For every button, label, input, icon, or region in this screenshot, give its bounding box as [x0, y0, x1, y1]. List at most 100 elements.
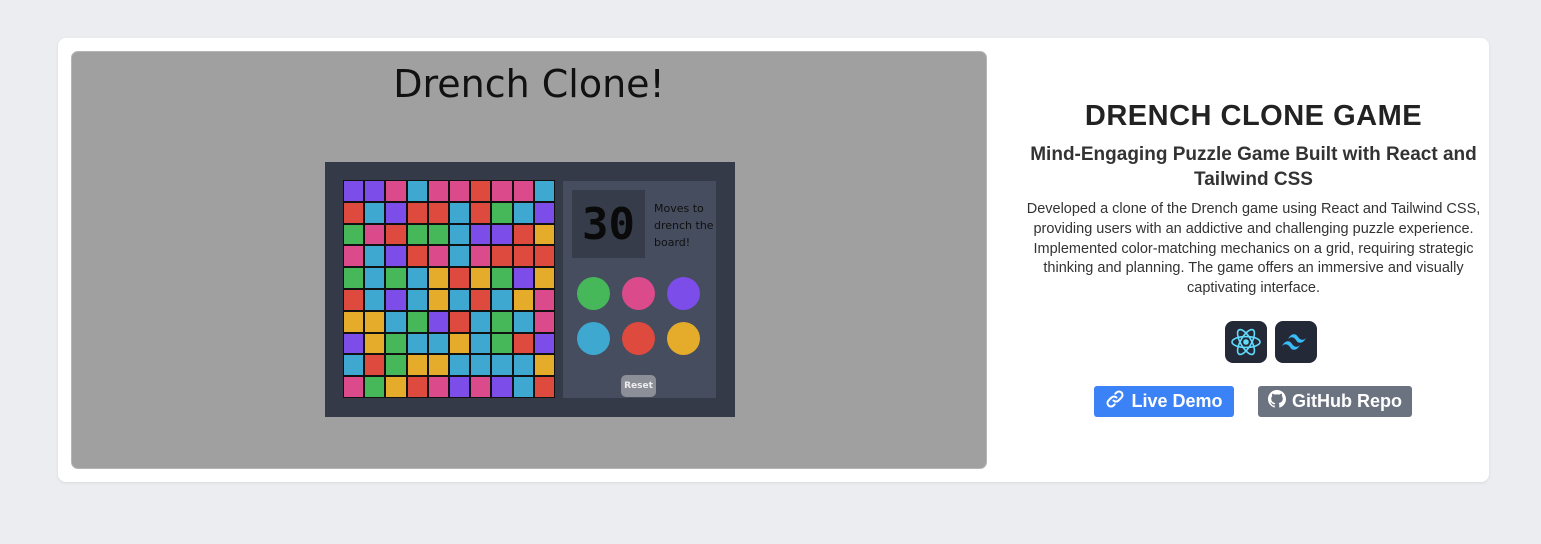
- grid-cell: [386, 268, 406, 288]
- grid-cell: [344, 289, 364, 310]
- grid-cell: [344, 246, 364, 267]
- grid-cell: [534, 246, 554, 267]
- grid-cell: [534, 181, 554, 201]
- color-grid: [343, 180, 555, 398]
- moves-counter: 30: [572, 190, 645, 258]
- grid-cell: [450, 181, 470, 201]
- grid-cell: [344, 333, 364, 354]
- grid-cell: [407, 268, 427, 288]
- grid-cell: [365, 377, 385, 397]
- control-panel: 30 Moves to drench the board! Reset: [563, 181, 716, 398]
- grid-cell: [471, 311, 491, 332]
- project-info: DRENCH CLONE GAME Mind-Engaging Puzzle G…: [1018, 38, 1489, 482]
- grid-cell: [471, 224, 491, 245]
- grid-cell: [513, 289, 533, 310]
- grid-cell: [407, 246, 427, 267]
- game-title: Drench Clone!: [393, 62, 665, 106]
- grid-cell: [365, 246, 385, 267]
- grid-cell: [450, 333, 470, 354]
- grid-cell: [428, 333, 448, 354]
- grid-cell: [513, 377, 533, 397]
- link-icon: [1105, 389, 1125, 414]
- grid-cell: [365, 224, 385, 245]
- grid-cell: [513, 333, 533, 354]
- grid-cell: [534, 268, 554, 288]
- grid-cell: [344, 355, 364, 376]
- grid-cell: [365, 355, 385, 376]
- grid-cell: [492, 311, 512, 332]
- grid-cell: [407, 289, 427, 310]
- grid-cell: [534, 289, 554, 310]
- grid-cell: [534, 202, 554, 223]
- grid-cell: [386, 311, 406, 332]
- grid-cell: [450, 377, 470, 397]
- grid-cell: [513, 311, 533, 332]
- grid-cell: [450, 289, 470, 310]
- grid-cell: [428, 268, 448, 288]
- grid-cell: [407, 224, 427, 245]
- project-subtitle: Mind-Engaging Puzzle Game Built with Rea…: [1030, 144, 1477, 190]
- grid-cell: [386, 202, 406, 223]
- project-description: Developed a clone of the Drench game usi…: [1026, 201, 1481, 297]
- grid-cell: [471, 246, 491, 267]
- color-button-red: [622, 322, 655, 355]
- react-icon: [1225, 321, 1267, 363]
- grid-cell: [428, 377, 448, 397]
- game-board: 30 Moves to drench the board! Reset: [325, 162, 735, 417]
- grid-cell: [471, 377, 491, 397]
- color-button-yellow: [667, 322, 700, 355]
- grid-cell: [428, 246, 448, 267]
- grid-cell: [513, 268, 533, 288]
- grid-cell: [407, 377, 427, 397]
- grid-cell: [492, 333, 512, 354]
- grid-cell: [344, 181, 364, 201]
- grid-cell: [386, 377, 406, 397]
- grid-cell: [428, 355, 448, 376]
- grid-cell: [513, 224, 533, 245]
- live-demo-button[interactable]: Live Demo: [1094, 386, 1234, 417]
- grid-cell: [450, 268, 470, 288]
- grid-cell: [534, 355, 554, 376]
- grid-cell: [344, 377, 364, 397]
- moves-label: Moves to drench the board!: [654, 202, 714, 249]
- grid-cell: [492, 181, 512, 201]
- grid-cell: [407, 355, 427, 376]
- grid-cell: [407, 181, 427, 201]
- grid-cell: [428, 224, 448, 245]
- grid-cell: [365, 202, 385, 223]
- grid-cell: [365, 333, 385, 354]
- grid-cell: [513, 246, 533, 267]
- grid-cell: [428, 311, 448, 332]
- grid-cell: [386, 333, 406, 354]
- grid-cell: [492, 355, 512, 376]
- color-button-pink: [622, 277, 655, 310]
- github-icon: [1268, 390, 1286, 413]
- grid-cell: [344, 224, 364, 245]
- live-demo-label: Live Demo: [1131, 391, 1223, 411]
- color-button-purple: [667, 277, 700, 310]
- project-card: Drench Clone! 30 Moves to drench the boa…: [58, 38, 1489, 482]
- grid-cell: [365, 311, 385, 332]
- grid-cell: [492, 289, 512, 310]
- grid-cell: [365, 181, 385, 201]
- grid-cell: [386, 224, 406, 245]
- grid-cell: [450, 224, 470, 245]
- github-repo-label: GitHub Repo: [1292, 391, 1402, 411]
- grid-cell: [428, 289, 448, 310]
- project-preview-image: Drench Clone! 30 Moves to drench the boa…: [71, 51, 987, 469]
- grid-cell: [344, 268, 364, 288]
- grid-cell: [471, 289, 491, 310]
- grid-cell: [386, 246, 406, 267]
- color-button-green: [577, 277, 610, 310]
- grid-cell: [428, 181, 448, 201]
- grid-cell: [471, 355, 491, 376]
- github-repo-button[interactable]: GitHub Repo: [1258, 386, 1412, 417]
- tailwind-icon: [1275, 321, 1317, 363]
- grid-cell: [513, 202, 533, 223]
- reset-button: Reset: [621, 375, 656, 397]
- grid-cell: [471, 268, 491, 288]
- grid-cell: [450, 246, 470, 267]
- grid-cell: [513, 355, 533, 376]
- grid-cell: [513, 181, 533, 201]
- grid-cell: [365, 268, 385, 288]
